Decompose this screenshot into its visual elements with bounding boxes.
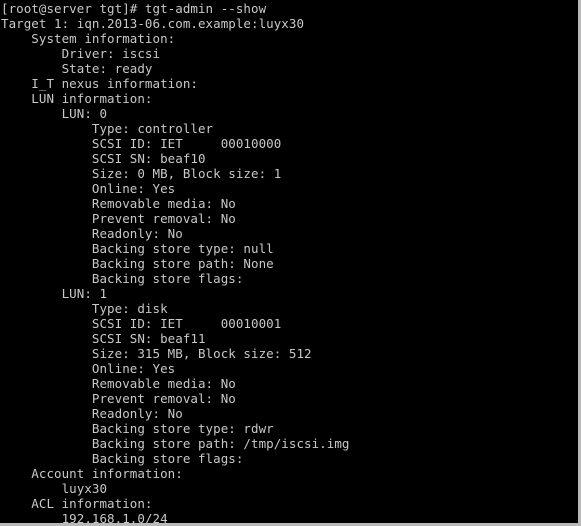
terminal-output-line: LUN information: xyxy=(1,91,153,106)
terminal-output-line: Backing store flags: xyxy=(1,451,244,466)
terminal-output-line: SCSI SN: beaf11 xyxy=(1,331,206,346)
terminal-output-line: luyx30 xyxy=(1,481,108,496)
terminal-output-line: Type: disk xyxy=(1,301,168,316)
terminal-window[interactable]: [root@server tgt]# tgt-admin --show Targe… xyxy=(0,0,581,526)
terminal-output-line: LUN: 0 xyxy=(1,106,108,121)
terminal-output-line: SCSI ID: IET 00010000 xyxy=(1,136,282,151)
terminal-output-line: Backing store type: rdwr xyxy=(1,421,274,436)
terminal-output-line: Backing store path: /tmp/iscsi.img xyxy=(1,436,350,451)
terminal-output-line: 192.168.1.0/24 xyxy=(1,511,168,523)
terminal-output-line: Account information: xyxy=(1,466,183,481)
terminal-output-line: Readonly: No xyxy=(1,406,183,421)
terminal-output-line: Readonly: No xyxy=(1,226,183,241)
terminal-output-line: Backing store type: null xyxy=(1,241,274,256)
terminal-output-line: Prevent removal: No xyxy=(1,211,236,226)
terminal-output-line: Prevent removal: No xyxy=(1,391,236,406)
terminal-output-line: Online: Yes xyxy=(1,361,176,376)
terminal-output-line: ACL information: xyxy=(1,496,153,511)
terminal-output-line: SCSI SN: beaf10 xyxy=(1,151,206,166)
terminal-output: [root@server tgt]# tgt-admin --show Targe… xyxy=(1,1,578,523)
terminal-output-line: Backing store path: None xyxy=(1,256,274,271)
terminal-command-line: [root@server tgt]# tgt-admin --show xyxy=(1,1,267,16)
terminal-output-line: LUN: 1 xyxy=(1,286,108,301)
terminal-output-line: System information: xyxy=(1,31,176,46)
terminal-output-line: Driver: iscsi xyxy=(1,46,161,61)
terminal-output-line: Size: 0 MB, Block size: 1 xyxy=(1,166,282,181)
terminal-output-line: Target 1: iqn.2013-06.com.example:luyx30 xyxy=(1,16,305,31)
terminal-output-line: SCSI ID: IET 00010001 xyxy=(1,316,282,331)
terminal-output-line: Size: 315 MB, Block size: 512 xyxy=(1,346,312,361)
terminal-output-line: I_T nexus information: xyxy=(1,76,198,91)
terminal-output-line: Online: Yes xyxy=(1,181,176,196)
terminal-output-line: Removable media: No xyxy=(1,376,236,391)
terminal-output-line: Removable media: No xyxy=(1,196,236,211)
terminal-output-line: Type: controller xyxy=(1,121,214,136)
terminal-output-line: Backing store flags: xyxy=(1,271,244,286)
terminal-screen[interactable]: [root@server tgt]# tgt-admin --show Targe… xyxy=(0,0,578,523)
terminal-output-line: State: ready xyxy=(1,61,153,76)
